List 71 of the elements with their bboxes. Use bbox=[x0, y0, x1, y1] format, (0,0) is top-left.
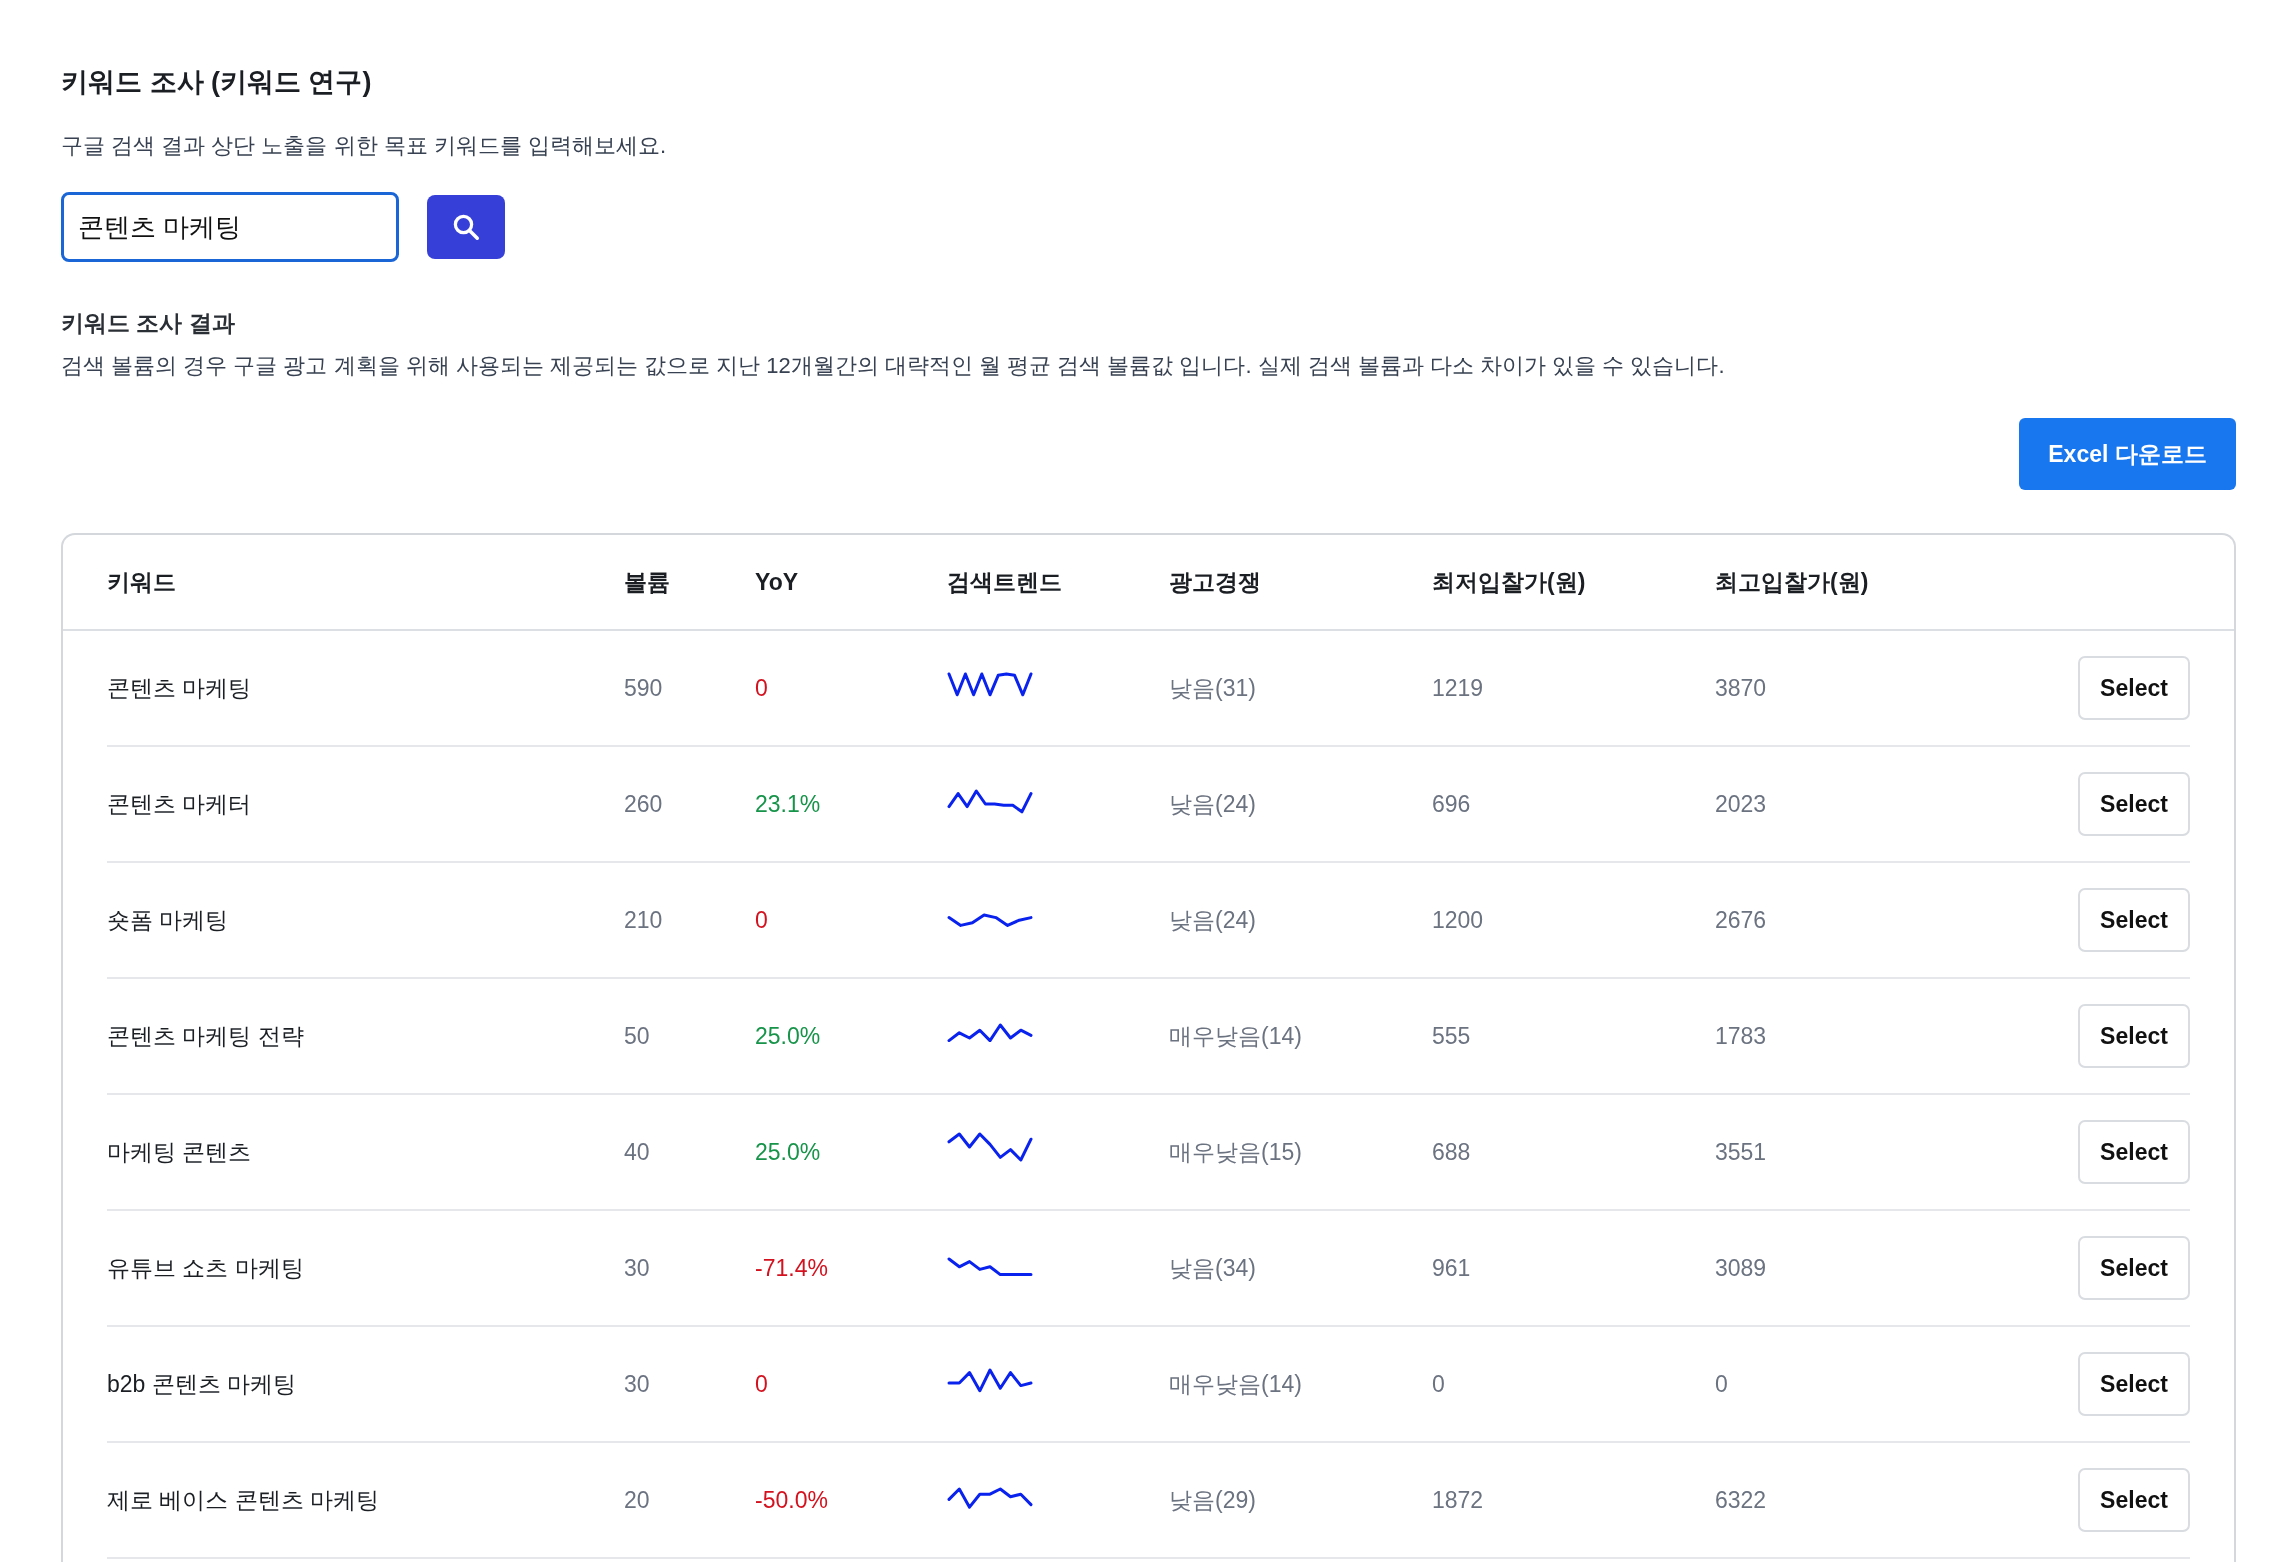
table-cell-text: 260 bbox=[624, 790, 664, 818]
table-cell-text: 콘텐츠 마케터 bbox=[107, 789, 253, 819]
table-cell-text: 20 bbox=[624, 1486, 651, 1514]
table-cell-text: 3089 bbox=[1715, 1254, 1768, 1282]
table-cell-text: 2023 bbox=[1715, 790, 1768, 818]
table-cell-text: 숏폼 마케팅 bbox=[107, 905, 230, 935]
select-button[interactable]: Select bbox=[2078, 1352, 2190, 1416]
table-cell-text: 210 bbox=[624, 906, 664, 934]
select-button[interactable]: Select bbox=[2078, 1120, 2190, 1184]
table-cell-text: 30 bbox=[624, 1370, 651, 1398]
table-cell-text: 0 bbox=[755, 906, 769, 934]
results-description: 검색 볼륨의 경우 구글 광고 계획을 위해 사용되는 제공되는 값으로 지난 12개월간의 대략적인 월 평균 검색 볼륨값 입니다. 실제 검색 볼륨과 다소 차이가 있을 수 있습니다. bbox=[61, 352, 1726, 380]
table-cell-text: 2676 bbox=[1715, 906, 1768, 934]
table-cell-text: 0 bbox=[1715, 1370, 1729, 1398]
column-header: 검색트렌드 bbox=[947, 567, 1063, 597]
table-cell-text: 6322 bbox=[1715, 1486, 1768, 1514]
select-button[interactable]: Select bbox=[2078, 1236, 2190, 1300]
table-cell-text: 30 bbox=[624, 1254, 651, 1282]
table-cell-text: 낮음(29) bbox=[1169, 1485, 1257, 1515]
table-cell-text: 마케팅 콘텐츠 bbox=[107, 1137, 253, 1167]
column-header: 볼륨 bbox=[624, 567, 671, 597]
table-cell-text: 1219 bbox=[1432, 674, 1485, 702]
table-cell-text: 1783 bbox=[1715, 1022, 1768, 1050]
table-cell-text: 매우낮음(14) bbox=[1169, 1021, 1303, 1051]
select-button[interactable]: Select bbox=[2078, 888, 2190, 952]
table-cell-text: 50 bbox=[624, 1022, 651, 1050]
table-cell-text: -50.0% bbox=[755, 1486, 829, 1514]
select-button[interactable]: Select bbox=[2078, 772, 2190, 836]
table-cell-text: 696 bbox=[1432, 790, 1472, 818]
table-cell-text: 낮음(34) bbox=[1169, 1253, 1257, 1283]
table-cell-text: 590 bbox=[624, 674, 664, 702]
table-cell-text: 콘텐츠 마케팅 전략 bbox=[107, 1021, 305, 1051]
search-icon bbox=[451, 212, 481, 242]
table-cell-text: 낮음(24) bbox=[1169, 905, 1257, 935]
select-button[interactable]: Select bbox=[2078, 1468, 2190, 1532]
select-button[interactable]: Select bbox=[2078, 1004, 2190, 1068]
table-cell-text: 25.0% bbox=[755, 1022, 822, 1050]
table-cell-text: 콘텐츠 마케팅 bbox=[107, 673, 253, 703]
results-title: 키워드 조사 결과 bbox=[61, 309, 236, 338]
table-cell-text: 961 bbox=[1432, 1254, 1472, 1282]
table-cell-text: 1872 bbox=[1432, 1486, 1485, 1514]
table-cell-text: 555 bbox=[1432, 1022, 1472, 1050]
table-cell-text: 688 bbox=[1432, 1138, 1472, 1166]
column-header: 최저입찰가(원) bbox=[1432, 567, 1587, 597]
table-cell-text: 낮음(24) bbox=[1169, 789, 1257, 819]
table-cell-text: 3870 bbox=[1715, 674, 1768, 702]
search-button[interactable] bbox=[427, 195, 505, 259]
table-cell-text: 23.1% bbox=[755, 790, 822, 818]
column-header: YoY bbox=[755, 568, 800, 596]
table-cell-text: 0 bbox=[755, 1370, 769, 1398]
table-cell-text: 25.0% bbox=[755, 1138, 822, 1166]
table-cell-text: 낮음(31) bbox=[1169, 673, 1257, 703]
table-cell-text: 0 bbox=[1432, 1370, 1446, 1398]
table-cell-text: 제로 베이스 콘텐츠 마케팅 bbox=[107, 1485, 381, 1515]
table-cell-text: 40 bbox=[624, 1138, 651, 1166]
column-header: 광고경쟁 bbox=[1169, 567, 1262, 597]
column-header: 최고입찰가(원) bbox=[1715, 567, 1870, 597]
select-button[interactable]: Select bbox=[2078, 656, 2190, 720]
table-cell-text: 매우낮음(14) bbox=[1169, 1369, 1303, 1399]
page-subtitle: 구글 검색 결과 상단 노출을 위한 목표 키워드를 입력해보세요. bbox=[61, 132, 667, 160]
table-cell-text: b2b 콘텐츠 마케팅 bbox=[107, 1369, 298, 1399]
download-button[interactable]: Excel 다운로드 bbox=[2019, 418, 2236, 490]
column-header: 키워드 bbox=[107, 567, 177, 597]
table-cell-text: -71.4% bbox=[755, 1254, 829, 1282]
table-cell-text: 3551 bbox=[1715, 1138, 1768, 1166]
table-cell-text: 0 bbox=[755, 674, 769, 702]
table-cell-text: 유튜브 쇼츠 마케팅 bbox=[107, 1253, 305, 1283]
table-cell-text: 매우낮음(15) bbox=[1169, 1137, 1303, 1167]
page-title: 키워드 조사 (키워드 연구) bbox=[61, 66, 373, 99]
table-cell-text: 1200 bbox=[1432, 906, 1485, 934]
search-field[interactable]: 콘텐츠 마케팅 bbox=[61, 192, 399, 262]
